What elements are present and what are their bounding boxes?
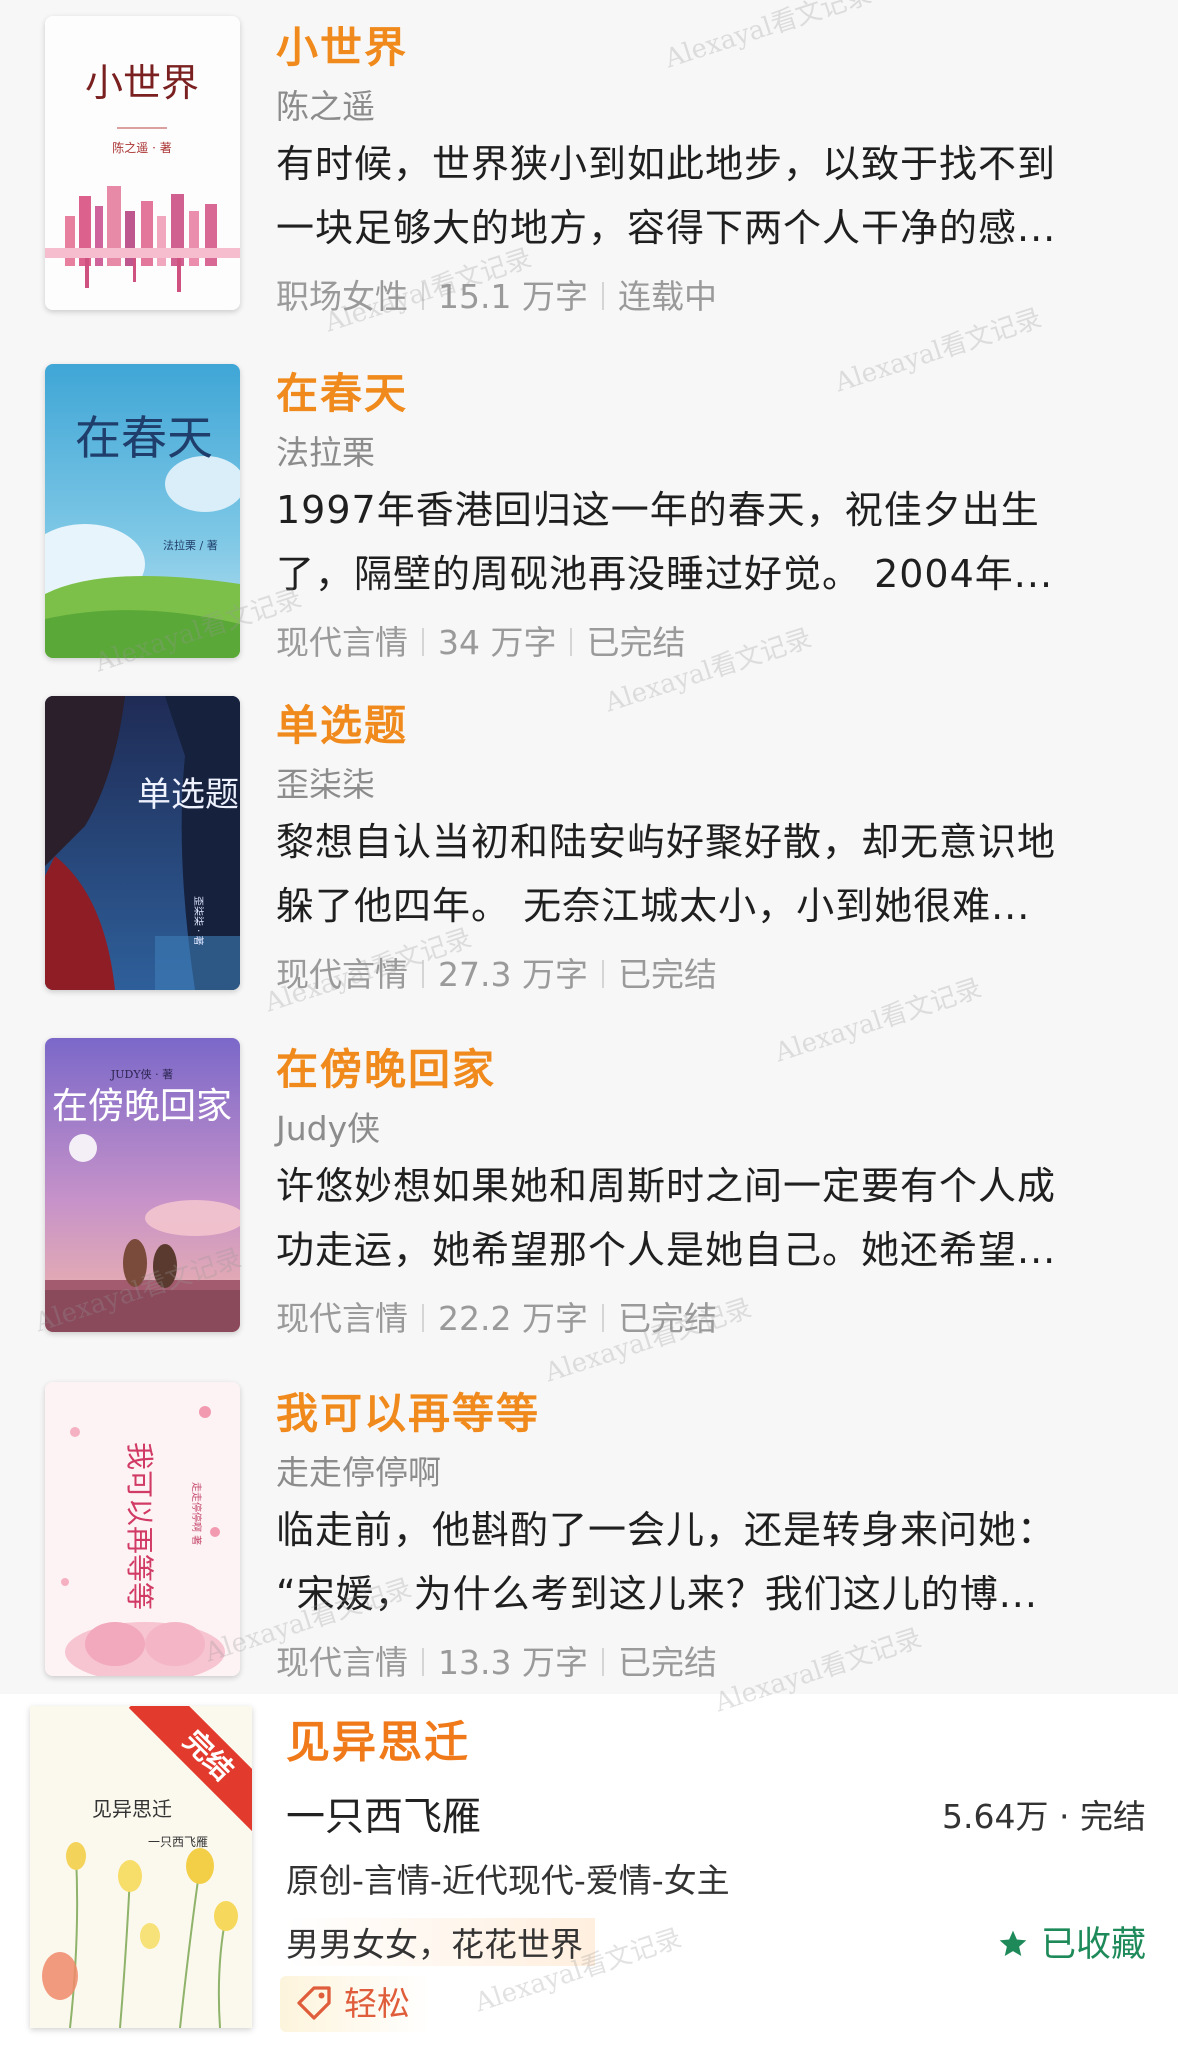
book-tag[interactable]: 轻松 [280,1976,430,2032]
divider [601,282,604,310]
desc-line: “宋媛，为什么考到这儿来？我们这儿的博... [276,1572,1038,1616]
book-status: 已完结 [617,1299,717,1338]
cover-title: 我可以再等等 [123,1442,156,1610]
desc-line: 躲了他四年。 无奈江城太小，小到她很难... [276,884,1031,928]
book-category: 现代言情 [276,1643,408,1682]
desc-line: 了，隔壁的周砚池再没睡过好觉。 2004年... [276,552,1054,596]
book-category: 现代言情 [276,955,408,994]
book-status: 已完结 [586,623,686,662]
cover-title: 见异思迁 [92,1797,172,1821]
favorite-button[interactable]: 已收藏 [997,1916,1146,1967]
divider [422,960,424,988]
divider [422,1304,424,1332]
desc-line: 许悠妙想如果她和周斯时之间一定要有个人成 [276,1164,1057,1208]
watermark: Alexayal看文记录 [831,303,1046,399]
book-description: 临走前，他斟酌了一会儿，还是转身来问她： “宋媛，为什么考到这儿来？我们这儿的博… [276,1498,1146,1626]
book-category: 职场女性 [276,277,408,316]
tag-label: 轻松 [344,1984,410,2023]
book-title[interactable]: 在春天 [276,360,408,421]
cover-author: 歪柒柒 · 著 [192,896,205,946]
divider [601,960,604,988]
cover-author: 走走停停啊 著 [190,1482,203,1545]
book-cover[interactable]: 单选题 歪柒柒 · 著 [45,696,240,990]
cover-author: JUDY侠 · 著 [110,1067,173,1081]
divider [570,628,573,656]
book-author[interactable]: 陈之遥 [276,80,375,128]
divider [422,1648,424,1676]
book-category: 现代言情 [276,1299,408,1338]
book-tagline: 男男女女，花花世界 [286,1918,595,1966]
book-status: 已完结 [617,1643,717,1682]
favorite-label: 已收藏 [1040,1925,1146,1965]
book-title[interactable]: 单选题 [276,692,408,753]
cover-art: 小世界 陈之遥 · 著 [45,16,240,310]
cover-title: 在傍晚回家 [52,1086,232,1127]
book-meta: 现代言情 27.3 万字 已完结 [276,948,717,996]
cover-author: 法拉栗 / 著 [163,538,218,552]
book-word-count: 34 万字 [438,623,557,662]
book-cover[interactable]: JUDY侠 · 著 在傍晚回家 [45,1038,240,1332]
divider [422,628,424,656]
book-word-count: 15.1 万字 [438,277,588,316]
book-word-count: 13.3 万字 [438,1643,588,1682]
desc-line: 1997年香港回归这一年的春天，祝佳夕出生 [276,488,1040,532]
book-title[interactable]: 我可以再等等 [276,1380,540,1441]
book-author[interactable]: 歪柒柒 [276,758,375,806]
book-meta: 职场女性 15.1 万字 连载中 [276,270,717,318]
watermark: Alexayal看文记录 [771,973,986,1069]
book-meta: 现代言情 34 万字 已完结 [276,616,685,664]
book-status: 已完结 [617,955,717,994]
tag-icon [297,1986,331,2020]
book-cover[interactable]: 小世界 陈之遥 · 著 [45,16,240,310]
book-meta: 现代言情 22.2 万字 已完结 [276,1292,717,1340]
desc-line: 有时候，世界狭小到如此地步，以致于找不到 [276,142,1057,186]
book-word-count: 27.3 万字 [438,955,588,994]
divider [601,1304,604,1332]
book-meta: 现代言情 13.3 万字 已完结 [276,1636,717,1684]
desc-line: 黎想自认当初和陆安屿好聚好散，却无意识地 [276,820,1057,864]
book-word-count: 22.2 万字 [438,1299,588,1338]
book-title[interactable]: 见异思迁 [286,1706,470,1770]
watermark: Alexayal看文记录 [661,0,876,75]
book-description: 黎想自认当初和陆安屿好聚好散，却无意识地 躲了他四年。 无奈江城太小，小到她很难… [276,810,1146,938]
book-genre: 原创-言情-近代现代-爱情-女主 [286,1861,730,1900]
cover-title: 小世界 [85,61,199,105]
star-icon [999,1930,1027,1956]
book-description: 1997年香港回归这一年的春天，祝佳夕出生 了，隔壁的周砚池再没睡过好觉。 20… [276,478,1146,606]
book-title[interactable]: 小世界 [276,14,408,75]
cover-author: 一只西飞雁 [148,1835,208,1849]
book-description: 许悠妙想如果她和周斯时之间一定要有个人成 功走运，她希望那个人是她自己。她还希望… [276,1154,1146,1282]
book-author[interactable]: Judy侠 [276,1102,380,1150]
book-cover[interactable]: 我可以再等等 走走停停啊 著 [45,1382,240,1676]
book-card-detail[interactable]: 见异思迁 一只西飞雁 完结 见异思迁 一只西飞雁 5.64万 · 完结 原创-言… [0,1694,1178,2046]
book-cover[interactable]: 见异思迁 一只西飞雁 完结 [30,1706,252,2028]
book-category: 现代言情 [276,623,408,662]
book-author[interactable]: 一只西飞雁 [286,1786,481,1842]
book-author[interactable]: 走走停停啊 [276,1446,441,1494]
book-description: 有时候，世界狭小到如此地步，以致于找不到 一块足够大的地方，容得下两个人干净的感… [276,132,1146,260]
book-title[interactable]: 在傍晚回家 [276,1036,496,1097]
cover-art: 在春天 法拉栗 / 著 [45,364,240,658]
desc-line: 临走前，他斟酌了一会儿，还是转身来问她： [276,1508,1057,1552]
cover-art: 单选题 歪柒柒 · 著 [45,696,240,990]
divider [601,1648,604,1676]
book-status: 连载中 [617,277,717,316]
cover-title: 在春天 [75,411,213,465]
book-cover[interactable]: 在春天 法拉栗 / 著 [45,364,240,658]
cover-art: JUDY侠 · 著 在傍晚回家 [45,1038,240,1332]
book-stat: 5.64万 · 完结 [942,1797,1146,1836]
cover-author: 陈之遥 · 著 [112,140,171,155]
desc-line: 一块足够大的地方，容得下两个人干净的感... [276,206,1057,250]
desc-line: 功走运，她希望那个人是她自己。她还希望... [276,1228,1057,1272]
cover-title-1: 单选题 [137,775,239,815]
cover-art: 我可以再等等 走走停停啊 著 [45,1382,240,1676]
book-author[interactable]: 法拉栗 [276,426,375,474]
divider [422,282,424,310]
